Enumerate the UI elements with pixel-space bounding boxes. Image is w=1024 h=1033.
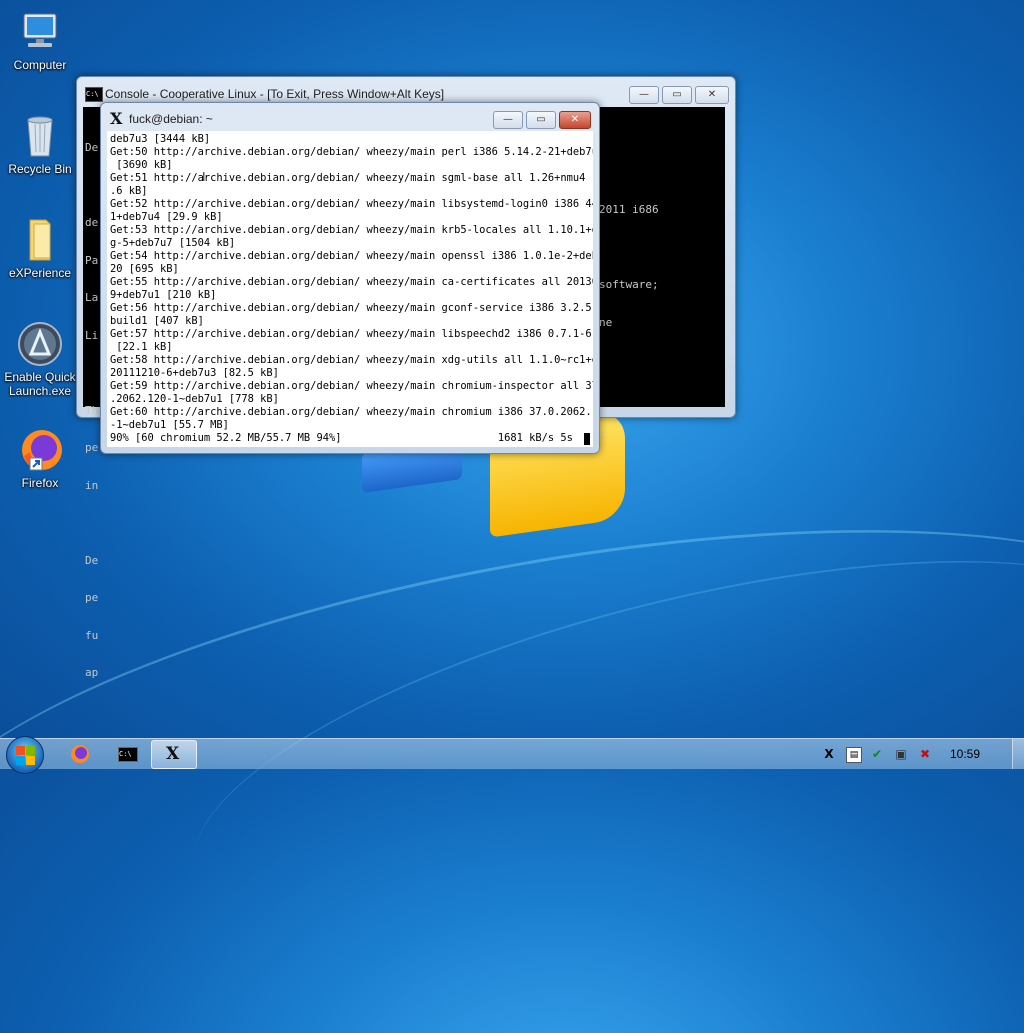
terminal-line: Get:55 http://archive.debian.org/debian/… xyxy=(110,276,593,288)
terminal-line: 9+deb7u1 [210 kB] xyxy=(110,289,217,301)
xterm-minimize-button[interactable]: — xyxy=(493,111,523,129)
show-desktop-button[interactable] xyxy=(1012,739,1024,769)
desktop-icon-computer[interactable]: Computer xyxy=(2,8,78,72)
taskbar: C:\ X X ▤ ✔ ▣ ✖ 10:59 xyxy=(0,736,1024,774)
desktop-icon-enable-quick-launch[interactable]: Enable Quick Launch.exe xyxy=(2,320,78,398)
terminal-line: -1~deb7u1 [55.7 MB] xyxy=(110,419,229,431)
tray-document-icon[interactable]: ▤ xyxy=(846,747,862,763)
desktop-icon-label: Firefox xyxy=(21,476,59,490)
xterm-window-title: fuck@debian: ~ xyxy=(129,112,213,126)
windows-orb-icon xyxy=(16,746,35,765)
mouse-ibeam-cursor: I xyxy=(202,170,206,184)
tray-shield-check-icon[interactable]: ✔ xyxy=(870,747,884,761)
console-close-button[interactable]: ✕ xyxy=(695,86,729,104)
terminal-line: 20111210-6+deb7u3 [82.5 kB] xyxy=(110,367,279,379)
desktop-icon-label: Recycle Bin xyxy=(8,162,72,176)
firefox-icon xyxy=(16,426,64,474)
console-window-title: Console - Cooperative Linux - [To Exit, … xyxy=(105,87,445,101)
console-minimize-button[interactable]: — xyxy=(629,86,659,104)
console-icon: C:\ xyxy=(118,747,138,762)
start-button[interactable] xyxy=(6,736,44,774)
console-icon: C:\ xyxy=(85,87,103,102)
terminal-line: Get:58 http://archive.debian.org/debian/… xyxy=(110,354,593,366)
terminal-cursor xyxy=(584,433,590,445)
terminal-line: Get:50 http://archive.debian.org/debian/… xyxy=(110,146,593,158)
terminal-output: deb7u3 [3444 kB] Get:50 http://archive.de… xyxy=(110,133,593,445)
desktop-icon-experience[interactable]: eXPerience xyxy=(2,216,78,280)
x-icon: X xyxy=(110,109,123,128)
terminal-line: Get:53 http://archive.debian.org/debian/… xyxy=(110,224,593,236)
terminal-line: Get:56 http://archive.debian.org/debian/… xyxy=(110,302,593,314)
terminal-line: deb7u3 [3444 kB] xyxy=(110,133,211,145)
desktop-icon-firefox[interactable]: Firefox xyxy=(2,426,78,490)
taskbar-xterm-button[interactable]: X xyxy=(151,740,197,769)
folder-icon xyxy=(16,216,64,264)
terminal-line: .2062.120-1~deb7u1 [778 kB] xyxy=(110,393,279,405)
console-maximize-button[interactable]: ▭ xyxy=(662,86,692,104)
terminal-line: 90% [60 chromium 52.2 MB/55.7 MB 94%] 16… xyxy=(110,432,573,444)
tray-x-icon[interactable]: X xyxy=(822,747,836,761)
terminal-line: 20 [695 kB] xyxy=(110,263,179,275)
terminal-line: g-5+deb7u7 [1504 kB] xyxy=(110,237,236,249)
tray-volume-muted-icon[interactable]: ✖ xyxy=(918,747,932,761)
console-right-text: 2011 i686 software; ne ; xyxy=(599,203,659,441)
terminal-line: .6 kB] xyxy=(110,185,148,197)
xterm-window[interactable]: X fuck@debian: ~ — ▭ ✕ deb7u3 [3444 kB] G… xyxy=(100,102,600,454)
desktop-icon-label: Computer xyxy=(13,58,67,72)
terminal-line: [3690 kB] xyxy=(110,159,173,171)
xterm-close-button[interactable]: ✕ xyxy=(559,111,591,129)
desktop-icon-label: Enable Quick Launch.exe xyxy=(4,370,76,398)
terminal-line: [22.1 kB] xyxy=(110,341,173,353)
xterm-maximize-button[interactable]: ▭ xyxy=(526,111,556,129)
terminal-line: Get:57 http://archive.debian.org/debian/… xyxy=(110,328,593,340)
taskbar-firefox-button[interactable] xyxy=(58,740,102,767)
quick-launch-icon xyxy=(16,320,64,368)
xterm-terminal[interactable]: deb7u3 [3444 kB] Get:50 http://archive.de… xyxy=(107,131,593,447)
terminal-line: 1+deb7u4 [29.9 kB] xyxy=(110,211,223,223)
terminal-line: Get:54 http://archive.debian.org/debian/… xyxy=(110,250,593,262)
computer-icon xyxy=(16,8,64,56)
terminal-line: Get:60 http://archive.debian.org/debian/… xyxy=(110,406,593,418)
desktop-icon-recycle-bin[interactable]: Recycle Bin xyxy=(2,112,78,176)
terminal-line: Get:52 http://archive.debian.org/debian/… xyxy=(110,198,593,210)
taskbar-console-button[interactable]: C:\ xyxy=(105,740,149,767)
terminal-line: build1 [407 kB] xyxy=(110,315,204,327)
recycle-bin-icon xyxy=(16,112,64,160)
x-icon: X xyxy=(166,744,180,764)
terminal-line: Get:59 http://archive.debian.org/debian/… xyxy=(110,380,593,392)
taskbar-clock[interactable]: 10:59 xyxy=(950,747,980,761)
desktop-icon-label: eXPerience xyxy=(8,266,72,280)
terminal-line: Get:51 http://archive.debian.org/debian/… xyxy=(110,172,593,184)
tray-network-icon[interactable]: ▣ xyxy=(894,747,908,761)
firefox-icon xyxy=(71,745,89,763)
